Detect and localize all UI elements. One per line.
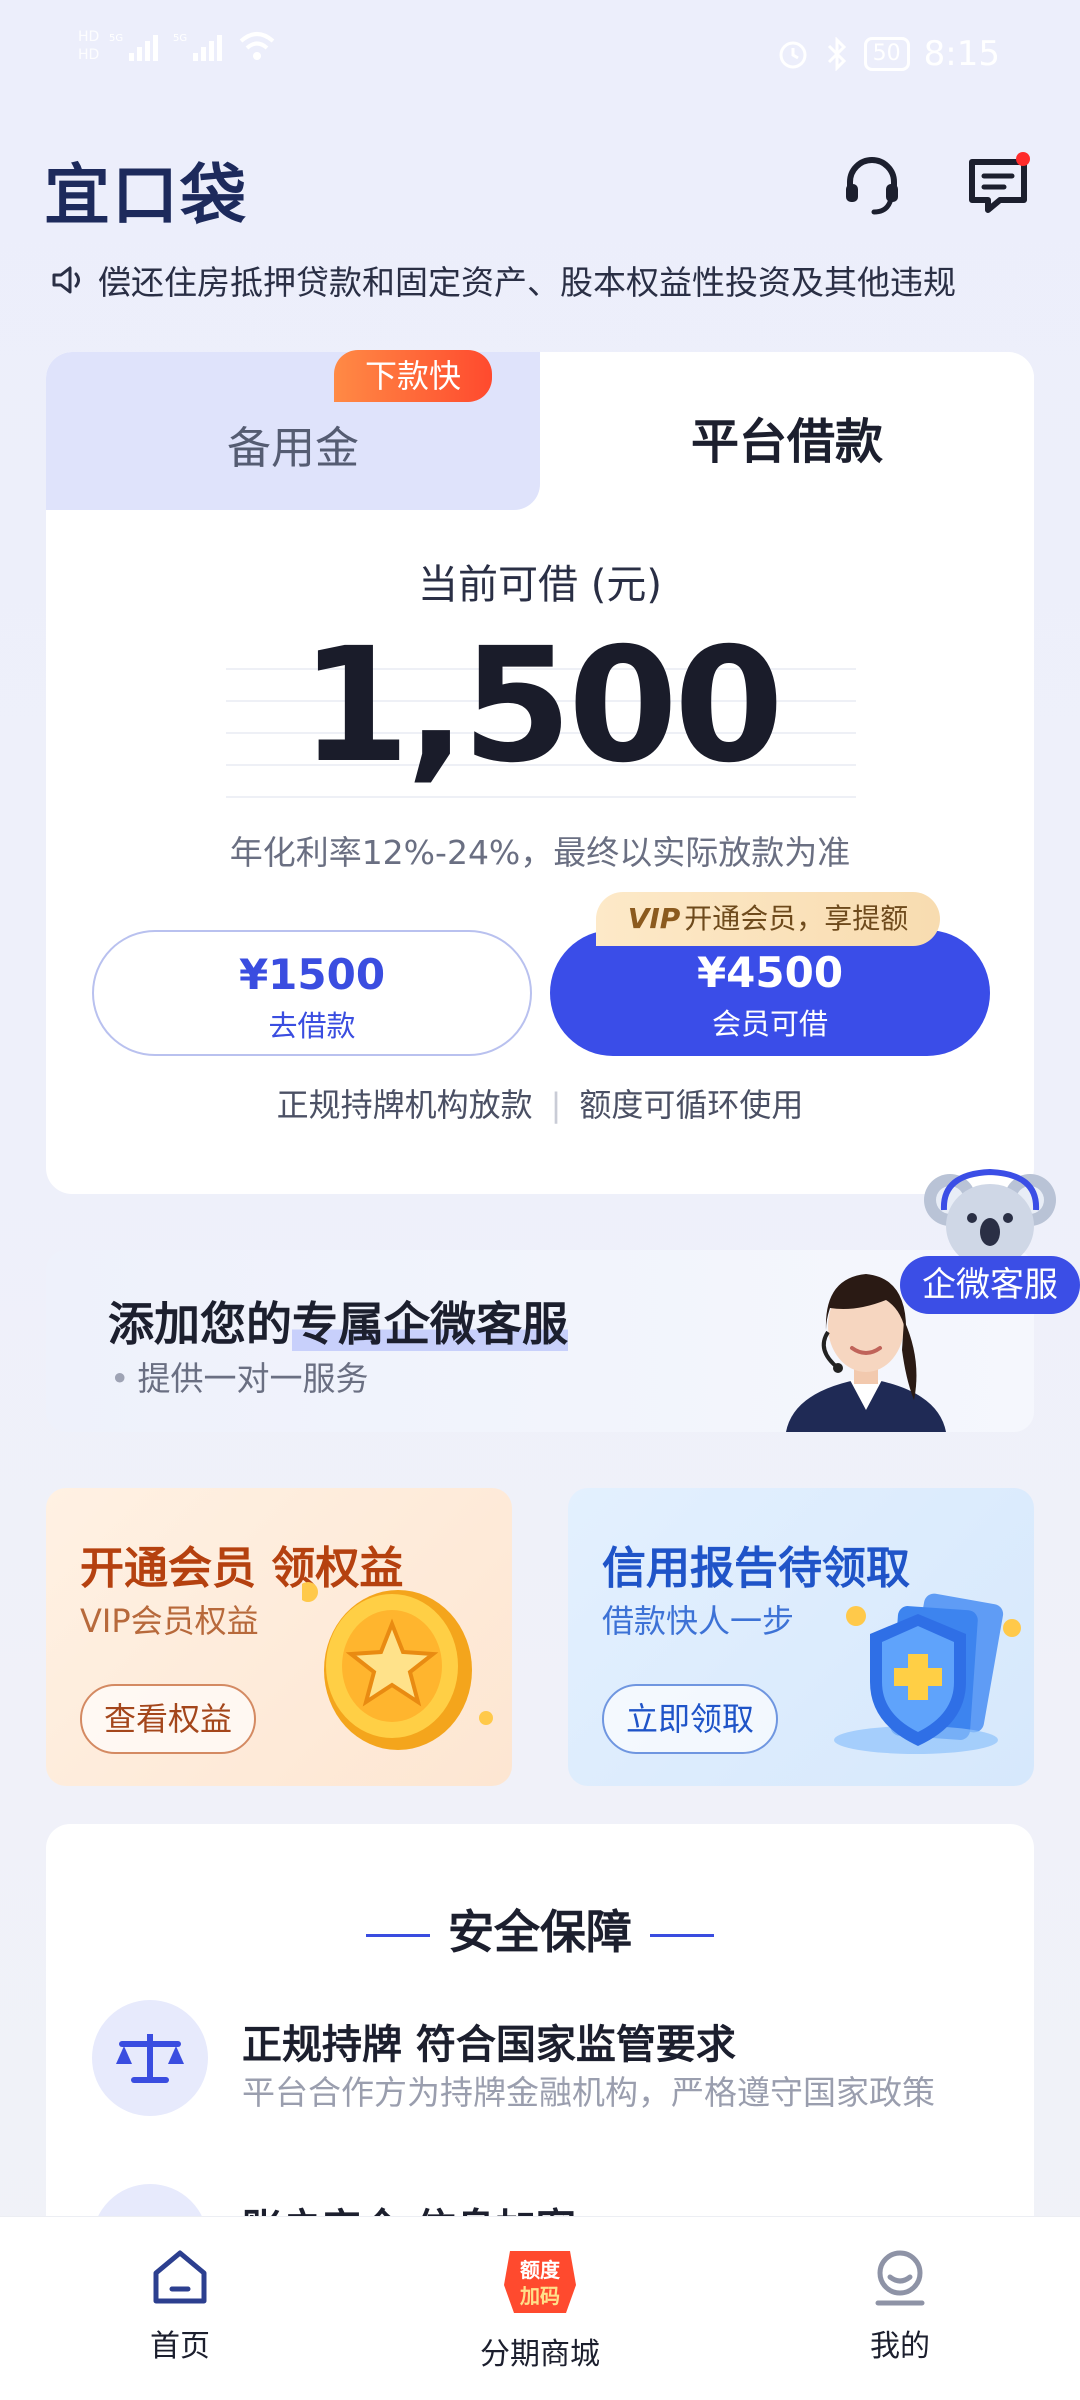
status-right: 50 8:15 (776, 34, 1000, 74)
status-bar: HD HD 5G 5G 50 8:15 (0, 0, 1080, 110)
tab-installment-mall[interactable]: 额度 加码 分期商城 (440, 2245, 640, 2373)
feature-licensed: 正规持牌机构放款 (276, 1086, 533, 1124)
vip-tip-text: 开通会员，享提额 (684, 902, 909, 935)
tab-platform-loan-label: 平台借款 (690, 414, 883, 470)
tab-installment-mall-label: 分期商城 (480, 2337, 600, 2372)
safety-heading: 安全保障 (46, 1896, 1034, 1962)
vip-logo: VIP (627, 902, 681, 935)
wecom-service-banner[interactable]: 添加您的专属企微客服 提供一对一服务 (46, 1250, 1034, 1432)
service-title-highlight: 专属企微客服 (292, 1297, 568, 1351)
service-subtitle: 提供一对一服务 (110, 1352, 368, 1400)
tab-platform-loan[interactable]: 平台借款 (540, 352, 1034, 510)
bottom-tab-bar: 首页 额度 加码 分期商城 我的 (0, 2216, 1080, 2400)
borrow-button-amount: ¥1500 (238, 950, 386, 999)
scale-icon (116, 2034, 184, 2083)
promo-vip-card[interactable]: 开通会员 领权益 VIP会员权益 查看权益 (46, 1488, 512, 1786)
notice-bar[interactable]: 偿还住房抵押贷款和固定资产、股本权益性投资及其他违规 (48, 252, 1038, 308)
sim-badges: HD HD (78, 28, 99, 64)
available-label: 当前可借 (元) (418, 562, 662, 608)
tab-reserve-fund-label: 备用金 (227, 423, 359, 474)
borrow-button[interactable]: ¥1500 去借款 (92, 930, 532, 1056)
view-benefits-button[interactable]: 查看权益 (80, 1684, 257, 1754)
heading-deco-right (650, 1934, 714, 1937)
home-icon (153, 2250, 207, 2304)
safety-item-title: 正规持牌 符合国家监管要求 (242, 2022, 736, 2068)
shield-report-icon (834, 1593, 1021, 1754)
app-header: 宜口袋 (0, 130, 1080, 250)
badge-text-2: 加码 (519, 2284, 560, 2308)
vip-tip-badge: VIP 开通会员，享提额 (596, 892, 940, 946)
sim2-badge: HD (78, 47, 100, 63)
notice-text: 偿还住房抵押贷款和固定资产、股本权益性投资及其他违规 (98, 263, 956, 302)
promo-vip-subtitle: VIP会员权益 (80, 1602, 259, 1640)
promo-credit-subtitle: 借款快人一步 (602, 1602, 795, 1640)
safety-icon-bg (92, 2000, 208, 2116)
battery-indicator: 50 (863, 37, 910, 71)
vip-button-label: 会员可借 (711, 1007, 828, 1041)
safety-title: 安全保障 (448, 1905, 632, 1959)
feature-separator: | (550, 1086, 562, 1124)
fast-payout-badge: 下款快 (334, 350, 492, 402)
gold-star-coin-icon (302, 1582, 493, 1750)
signal-icon-2: 5G (173, 33, 223, 61)
feature-line: 正规持牌机构放款 | 额度可循环使用 (46, 1080, 1034, 1126)
clock: 8:15 (923, 34, 1000, 74)
wecom-service-float-button[interactable]: 企微客服 (900, 1256, 1080, 1314)
svg-text:5G: 5G (173, 33, 187, 44)
headset-icon[interactable] (840, 152, 904, 216)
heading-deco-left (366, 1934, 430, 1937)
speaker-icon (52, 266, 80, 294)
safety-section: 安全保障 正规持牌 符合国家监管要求 平台合作方为持牌金融机构，严格遵守国家政策… (46, 1824, 1034, 2264)
message-button[interactable] (966, 152, 1030, 216)
sim1-badge: HD (78, 29, 100, 45)
service-title: 添加您的专属企微客服 (108, 1288, 568, 1354)
promo-credit-card[interactable]: 信用报告待领取 借款快人一步 立即领取 (568, 1488, 1034, 1786)
profile-icon (875, 2250, 925, 2306)
claim-now-button[interactable]: 立即领取 (602, 1684, 779, 1754)
tab-home[interactable]: 首页 (80, 2245, 280, 2365)
vip-borrow-button[interactable]: ¥4500 会员可借 (550, 930, 990, 1056)
limit-boost-badge-icon: 额度 加码 (504, 2251, 576, 2313)
feature-revolving: 额度可循环使用 (579, 1086, 804, 1124)
loan-card: 备用金 平台借款 当前可借 (元) 1,500 年化利率12%-24%，最终以实… (46, 352, 1034, 1194)
service-title-pre: 添加您的 (108, 1297, 292, 1351)
badge-text-1: 额度 (520, 2258, 561, 2282)
tab-mine-label: 我的 (870, 2329, 930, 2364)
bluetooth-icon (827, 37, 846, 71)
unread-dot (1016, 152, 1030, 166)
rate-note: 年化利率12%-24%，最终以实际放款为准 (229, 833, 851, 872)
app-logo: 宜口袋 (44, 157, 248, 234)
safety-item-licensed: 正规持牌 符合国家监管要求 平台合作方为持牌金融机构，严格遵守国家政策 (92, 2000, 992, 2120)
wifi-icon (239, 32, 275, 60)
alarm-icon (779, 41, 807, 69)
status-left: HD HD 5G 5G (78, 28, 277, 64)
tab-home-label: 首页 (150, 2329, 210, 2364)
vip-button-amount: ¥4500 (696, 948, 844, 997)
borrow-button-label: 去借款 (268, 1009, 356, 1043)
tab-mine[interactable]: 我的 (800, 2245, 1000, 2365)
signal-icon: 5G (109, 33, 159, 61)
safety-item-subtitle: 平台合作方为持牌金融机构，严格遵守国家政策 (242, 2073, 935, 2112)
available-amount: 1,500 (300, 614, 784, 798)
svg-text:5G: 5G (109, 33, 123, 44)
